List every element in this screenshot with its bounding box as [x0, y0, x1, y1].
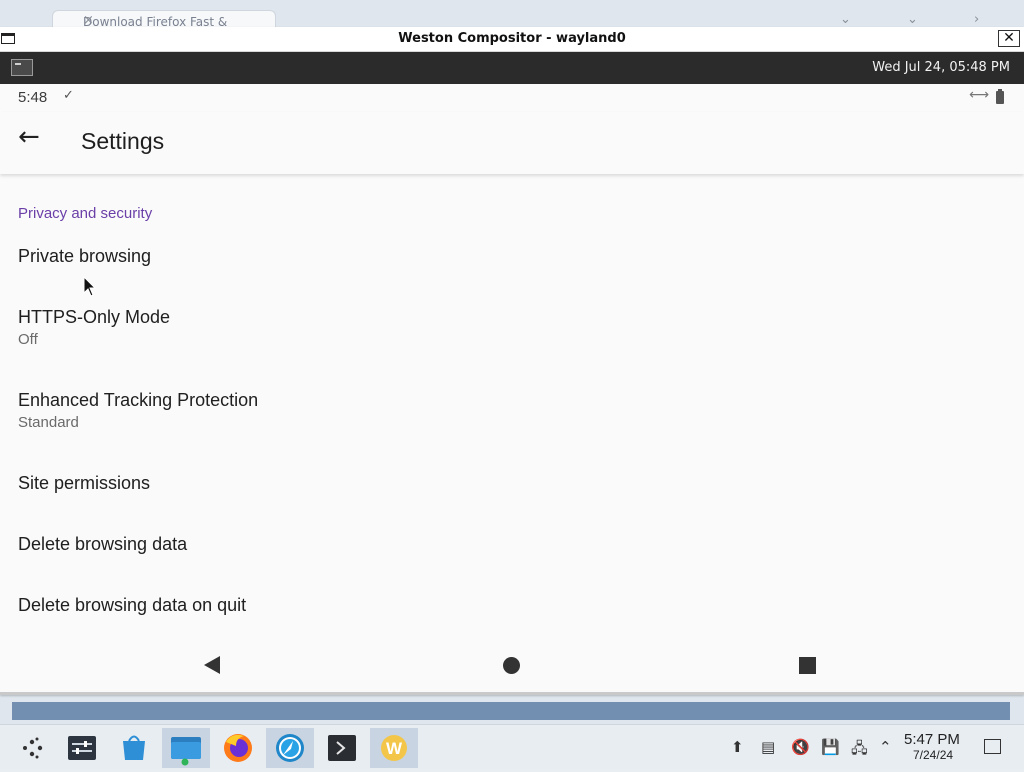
- nav-back-icon[interactable]: [204, 656, 220, 674]
- storage-icon[interactable]: 💾: [821, 738, 840, 756]
- settings-panel-icon[interactable]: [58, 728, 106, 768]
- terminal-icon[interactable]: [318, 728, 366, 768]
- setting-value: Standard: [18, 414, 79, 431]
- weston-panel: Wed Jul 24, 05:48 PM: [0, 52, 1024, 84]
- show-desktop-icon[interactable]: [984, 739, 1001, 754]
- ethernet-icon: ⟷: [969, 87, 990, 103]
- firefox-icon[interactable]: [214, 728, 262, 768]
- setting-label: Site permissions: [18, 473, 151, 493]
- page-title: Settings: [81, 128, 165, 154]
- status-time: 5:48: [18, 89, 48, 106]
- android-nav-bar: [0, 644, 1024, 692]
- host-background-banner: [12, 702, 1010, 720]
- file-manager-icon[interactable]: [162, 728, 210, 768]
- browser-icon[interactable]: [266, 728, 314, 768]
- nav-home-icon[interactable]: [503, 657, 520, 674]
- back-arrow-icon[interactable]: ←: [18, 124, 40, 150]
- w-app-icon[interactable]: W: [370, 728, 418, 768]
- host-tab-close-icon[interactable]: ×: [83, 13, 243, 28]
- android-screen: 5:48 ✓ ⟷ ← Settings Privacy and security…: [0, 84, 1024, 692]
- taskbar-time: 5:47 PM: [904, 731, 960, 748]
- settings-list[interactable]: Privacy and security Private browsing HT…: [0, 176, 1024, 644]
- setting-delete-browsing-data[interactable]: Delete browsing data: [0, 516, 1024, 574]
- setting-https-only-mode[interactable]: HTTPS-Only Mode Off: [0, 289, 1024, 369]
- window-close-button[interactable]: ✕: [998, 30, 1020, 47]
- panel-clock: Wed Jul 24, 05:48 PM: [872, 60, 1010, 75]
- download-complete-icon: ✓: [63, 88, 74, 103]
- svg-text:W: W: [386, 739, 403, 758]
- mute-icon[interactable]: 🔇: [791, 738, 810, 756]
- setting-enhanced-tracking-protection[interactable]: Enhanced Tracking Protection Standard: [0, 372, 1024, 452]
- taskbar-date: 7/24/24: [913, 748, 954, 762]
- settings-toolbar: ← Settings: [0, 112, 1024, 174]
- chevron-up-icon[interactable]: ⌃: [879, 738, 892, 756]
- setting-delete-browsing-data-on-quit[interactable]: Delete browsing data on quit: [0, 577, 1024, 644]
- setting-label: Delete browsing data on quit: [18, 595, 247, 615]
- update-icon[interactable]: ⬆: [731, 738, 744, 756]
- setting-value: Off: [18, 331, 38, 348]
- terminal-launcher-icon[interactable]: [11, 59, 33, 76]
- host-taskbar: W ⬆ ▤ 🔇 💾 🖧 ⌃ 5:47 PM 7/24/24: [0, 724, 1024, 769]
- weston-window: Weston Compositor - wayland0 ✕ Wed Jul 2…: [0, 27, 1024, 695]
- host-toolbar-icons: ⌄ ⌄ ›: [840, 12, 1006, 27]
- setting-label: Private browsing: [18, 246, 152, 266]
- setting-label: Enhanced Tracking Protection: [18, 390, 259, 410]
- battery-icon: [996, 89, 1004, 104]
- network-icon[interactable]: 🖧: [851, 738, 868, 763]
- host-browser-tabstrip: Download Firefox Fast & × ⌄ ⌄ ›: [0, 0, 1024, 31]
- app-launcher-icon[interactable]: [10, 728, 58, 768]
- setting-private-browsing[interactable]: Private browsing: [0, 228, 1024, 286]
- window-titlebar[interactable]: Weston Compositor - wayland0 ✕: [0, 27, 1024, 52]
- setting-site-permissions[interactable]: Site permissions: [0, 455, 1024, 513]
- nav-recents-icon[interactable]: [799, 657, 816, 674]
- clipboard-icon[interactable]: ▤: [761, 738, 775, 756]
- window-title: Weston Compositor - wayland0: [398, 31, 626, 46]
- mouse-cursor-icon: [83, 276, 97, 297]
- store-icon[interactable]: [110, 728, 158, 768]
- section-header-privacy: Privacy and security: [18, 205, 153, 222]
- setting-label: HTTPS-Only Mode: [18, 307, 171, 327]
- setting-label: Delete browsing data: [18, 534, 188, 554]
- android-status-bar: 5:48 ✓ ⟷: [0, 84, 1024, 112]
